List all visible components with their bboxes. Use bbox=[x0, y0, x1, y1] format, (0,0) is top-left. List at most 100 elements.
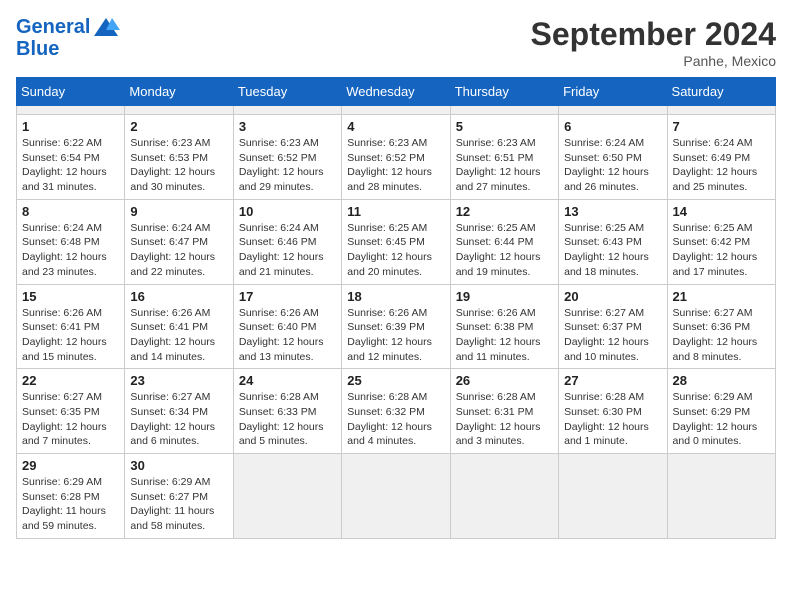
day-detail: Sunrise: 6:28 AMSunset: 6:33 PMDaylight:… bbox=[239, 390, 336, 449]
day-number: 8 bbox=[22, 204, 119, 219]
table-row bbox=[450, 106, 558, 115]
day-detail: Sunrise: 6:25 AMSunset: 6:45 PMDaylight:… bbox=[347, 221, 444, 280]
table-row bbox=[342, 454, 450, 539]
table-row: 26Sunrise: 6:28 AMSunset: 6:31 PMDayligh… bbox=[450, 369, 558, 454]
calendar-header-row: Sunday Monday Tuesday Wednesday Thursday… bbox=[17, 78, 776, 106]
table-row: 23Sunrise: 6:27 AMSunset: 6:34 PMDayligh… bbox=[125, 369, 233, 454]
day-detail: Sunrise: 6:26 AMSunset: 6:40 PMDaylight:… bbox=[239, 306, 336, 365]
col-thursday: Thursday bbox=[450, 78, 558, 106]
logo-text-blue: Blue bbox=[16, 38, 120, 60]
table-row: 6 Sunrise: 6:24 AMSunset: 6:50 PMDaylight… bbox=[559, 115, 667, 200]
table-row bbox=[667, 454, 775, 539]
calendar-week-row: 1Sunrise: 6:22 AMSunset: 6:54 PMDaylight… bbox=[17, 115, 776, 200]
day-number: 24 bbox=[239, 373, 336, 388]
day-detail: Sunrise: 6:26 AMSunset: 6:39 PMDaylight:… bbox=[347, 306, 444, 365]
day-detail: Sunrise: 6:23 AMSunset: 6:53 PMDaylight:… bbox=[130, 136, 227, 195]
table-row: 10Sunrise: 6:24 AMSunset: 6:46 PMDayligh… bbox=[233, 199, 341, 284]
day-number: 30 bbox=[130, 458, 227, 473]
calendar-week-row: 15 Sunrise: 6:26 AMSunset: 6:41 PMDayligh… bbox=[17, 284, 776, 369]
day-number: 29 bbox=[22, 458, 119, 473]
day-number: 16 bbox=[130, 289, 227, 304]
day-number: 12 bbox=[456, 204, 553, 219]
day-detail: Sunrise: 6:25 AMSunset: 6:44 PMDaylight:… bbox=[456, 221, 553, 280]
table-row: 18 Sunrise: 6:26 AMSunset: 6:39 PMDayligh… bbox=[342, 284, 450, 369]
day-number: 27 bbox=[564, 373, 661, 388]
day-number: 6 bbox=[564, 119, 661, 134]
table-row bbox=[559, 454, 667, 539]
day-detail: Sunrise: 6:25 AMSunset: 6:43 PMDaylight:… bbox=[564, 221, 661, 280]
day-detail: Sunrise: 6:28 AMSunset: 6:30 PMDaylight:… bbox=[564, 390, 661, 449]
table-row: 11Sunrise: 6:25 AMSunset: 6:45 PMDayligh… bbox=[342, 199, 450, 284]
table-row: 24 Sunrise: 6:28 AMSunset: 6:33 PMDayligh… bbox=[233, 369, 341, 454]
table-row: 13 Sunrise: 6:25 AMSunset: 6:43 PMDayligh… bbox=[559, 199, 667, 284]
day-number: 17 bbox=[239, 289, 336, 304]
day-detail: Sunrise: 6:27 AMSunset: 6:36 PMDaylight:… bbox=[673, 306, 770, 365]
table-row: 15 Sunrise: 6:26 AMSunset: 6:41 PMDayligh… bbox=[17, 284, 125, 369]
day-detail: Sunrise: 6:23 AMSunset: 6:52 PMDaylight:… bbox=[239, 136, 336, 195]
table-row bbox=[17, 106, 125, 115]
day-detail: Sunrise: 6:28 AMSunset: 6:31 PMDaylight:… bbox=[456, 390, 553, 449]
table-row: 7Sunrise: 6:24 AMSunset: 6:49 PMDaylight… bbox=[667, 115, 775, 200]
table-row: 8Sunrise: 6:24 AMSunset: 6:48 PMDaylight… bbox=[17, 199, 125, 284]
day-number: 21 bbox=[673, 289, 770, 304]
table-row: 16 Sunrise: 6:26 AMSunset: 6:41 PMDayligh… bbox=[125, 284, 233, 369]
table-row bbox=[125, 106, 233, 115]
calendar-week-row: 22Sunrise: 6:27 AMSunset: 6:35 PMDayligh… bbox=[17, 369, 776, 454]
day-detail: Sunrise: 6:25 AMSunset: 6:42 PMDaylight:… bbox=[673, 221, 770, 280]
day-number: 5 bbox=[456, 119, 553, 134]
logo: General Blue bbox=[16, 16, 120, 60]
table-row: 19Sunrise: 6:26 AMSunset: 6:38 PMDayligh… bbox=[450, 284, 558, 369]
day-detail: Sunrise: 6:27 AMSunset: 6:37 PMDaylight:… bbox=[564, 306, 661, 365]
table-row bbox=[233, 454, 341, 539]
day-number: 20 bbox=[564, 289, 661, 304]
calendar-week-row: 8Sunrise: 6:24 AMSunset: 6:48 PMDaylight… bbox=[17, 199, 776, 284]
location: Panhe, Mexico bbox=[531, 53, 776, 69]
table-row: 22Sunrise: 6:27 AMSunset: 6:35 PMDayligh… bbox=[17, 369, 125, 454]
day-detail: Sunrise: 6:24 AMSunset: 6:46 PMDaylight:… bbox=[239, 221, 336, 280]
day-number: 9 bbox=[130, 204, 227, 219]
day-number: 15 bbox=[22, 289, 119, 304]
table-row: 5 Sunrise: 6:23 AMSunset: 6:51 PMDaylight… bbox=[450, 115, 558, 200]
day-number: 14 bbox=[673, 204, 770, 219]
table-row bbox=[559, 106, 667, 115]
table-row: 30Sunrise: 6:29 AMSunset: 6:27 PMDayligh… bbox=[125, 454, 233, 539]
calendar-table: Sunday Monday Tuesday Wednesday Thursday… bbox=[16, 77, 776, 539]
table-row: 4 Sunrise: 6:23 AMSunset: 6:52 PMDaylight… bbox=[342, 115, 450, 200]
table-row: 3Sunrise: 6:23 AMSunset: 6:52 PMDaylight… bbox=[233, 115, 341, 200]
col-tuesday: Tuesday bbox=[233, 78, 341, 106]
day-detail: Sunrise: 6:26 AMSunset: 6:41 PMDaylight:… bbox=[130, 306, 227, 365]
day-number: 7 bbox=[673, 119, 770, 134]
day-detail: Sunrise: 6:23 AMSunset: 6:52 PMDaylight:… bbox=[347, 136, 444, 195]
table-row bbox=[667, 106, 775, 115]
table-row: 1Sunrise: 6:22 AMSunset: 6:54 PMDaylight… bbox=[17, 115, 125, 200]
day-detail: Sunrise: 6:26 AMSunset: 6:38 PMDaylight:… bbox=[456, 306, 553, 365]
table-row bbox=[450, 454, 558, 539]
table-row: 21 Sunrise: 6:27 AMSunset: 6:36 PMDayligh… bbox=[667, 284, 775, 369]
day-detail: Sunrise: 6:27 AMSunset: 6:35 PMDaylight:… bbox=[22, 390, 119, 449]
day-detail: Sunrise: 6:29 AMSunset: 6:29 PMDaylight:… bbox=[673, 390, 770, 449]
logo-icon bbox=[92, 16, 120, 38]
day-number: 4 bbox=[347, 119, 444, 134]
table-row: 25Sunrise: 6:28 AMSunset: 6:32 PMDayligh… bbox=[342, 369, 450, 454]
day-number: 2 bbox=[130, 119, 227, 134]
day-detail: Sunrise: 6:24 AMSunset: 6:50 PMDaylight:… bbox=[564, 136, 661, 195]
table-row: 17 Sunrise: 6:26 AMSunset: 6:40 PMDayligh… bbox=[233, 284, 341, 369]
day-number: 23 bbox=[130, 373, 227, 388]
calendar-week-row: 29 Sunrise: 6:29 AMSunset: 6:28 PMDayligh… bbox=[17, 454, 776, 539]
calendar-week-row bbox=[17, 106, 776, 115]
day-detail: Sunrise: 6:29 AMSunset: 6:28 PMDaylight:… bbox=[22, 475, 119, 534]
table-row: 9 Sunrise: 6:24 AMSunset: 6:47 PMDaylight… bbox=[125, 199, 233, 284]
table-row: 2 Sunrise: 6:23 AMSunset: 6:53 PMDaylight… bbox=[125, 115, 233, 200]
month-title: September 2024 bbox=[531, 16, 776, 53]
day-detail: Sunrise: 6:24 AMSunset: 6:47 PMDaylight:… bbox=[130, 221, 227, 280]
day-detail: Sunrise: 6:23 AMSunset: 6:51 PMDaylight:… bbox=[456, 136, 553, 195]
calendar-body: 1Sunrise: 6:22 AMSunset: 6:54 PMDaylight… bbox=[17, 106, 776, 539]
col-sunday: Sunday bbox=[17, 78, 125, 106]
col-monday: Monday bbox=[125, 78, 233, 106]
day-number: 13 bbox=[564, 204, 661, 219]
logo-text: General bbox=[16, 16, 90, 38]
day-detail: Sunrise: 6:26 AMSunset: 6:41 PMDaylight:… bbox=[22, 306, 119, 365]
table-row: 12 Sunrise: 6:25 AMSunset: 6:44 PMDayligh… bbox=[450, 199, 558, 284]
day-detail: Sunrise: 6:28 AMSunset: 6:32 PMDaylight:… bbox=[347, 390, 444, 449]
day-number: 18 bbox=[347, 289, 444, 304]
